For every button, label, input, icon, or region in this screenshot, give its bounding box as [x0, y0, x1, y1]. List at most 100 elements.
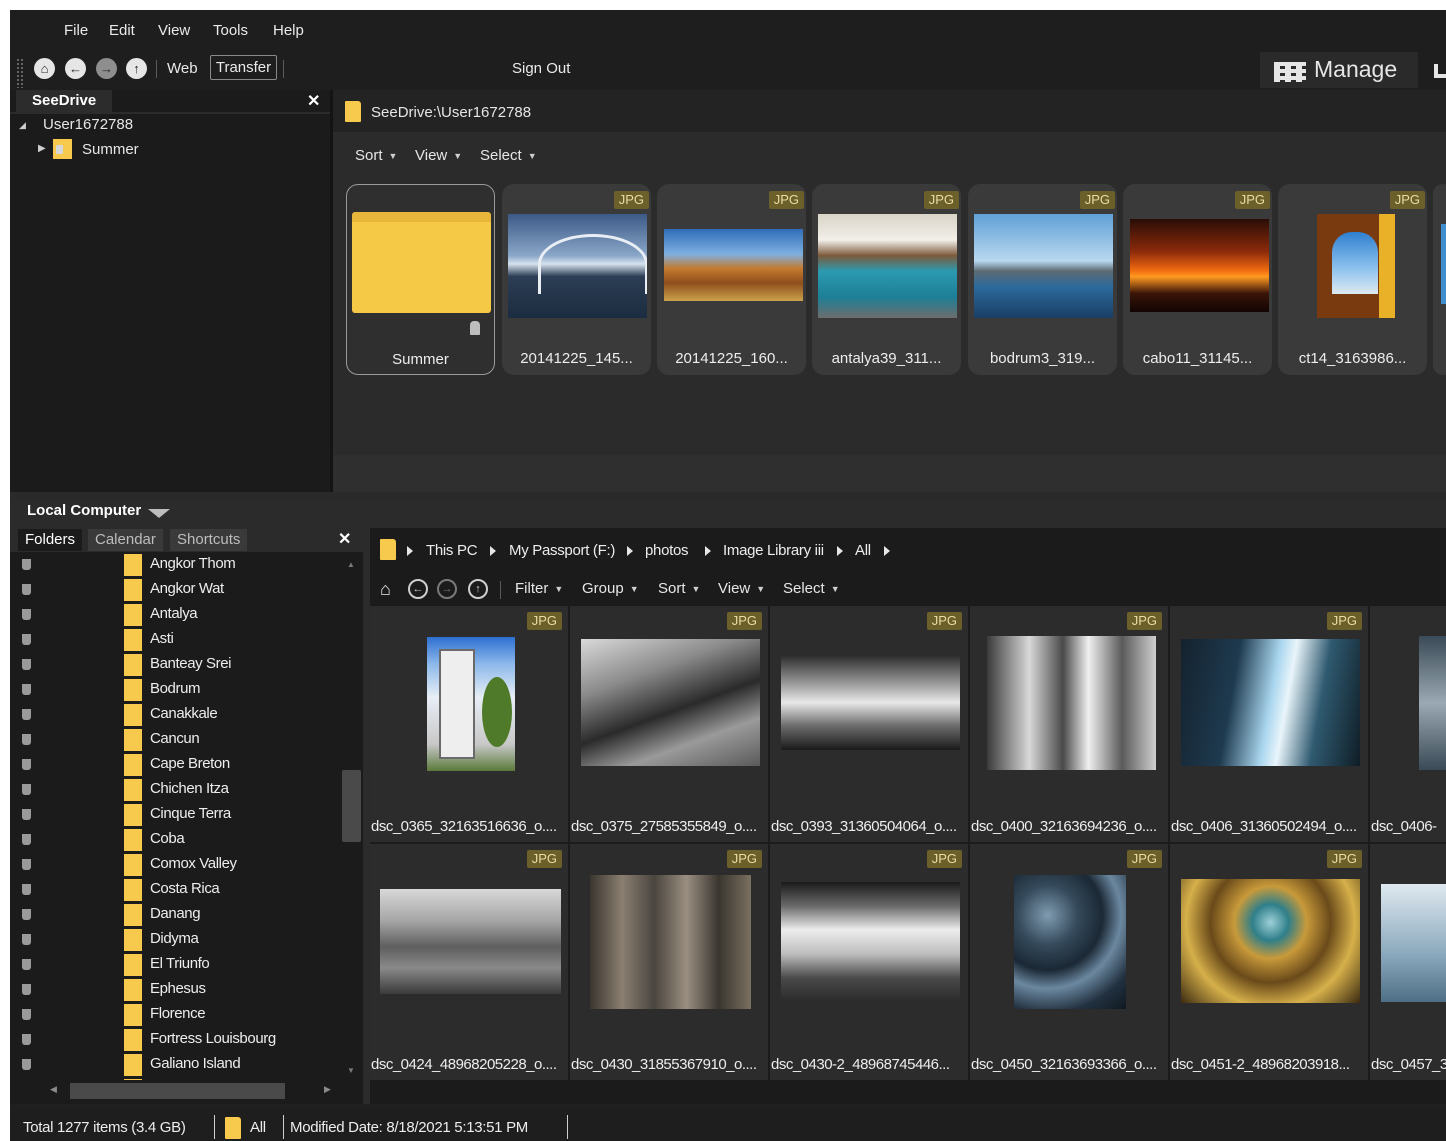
folder-tree-item[interactable]: Cape Breton	[10, 752, 340, 777]
collapse-arrow-icon[interactable]: ◢	[19, 120, 26, 131]
folder-tree-item[interactable]: Cinque Terra	[10, 802, 340, 827]
thumbnail-cell[interactable]: JPG dsc_0375_27585355849_o....	[570, 606, 768, 842]
close-icon[interactable]: ✕	[307, 91, 320, 111]
chevron-right-icon[interactable]	[627, 546, 633, 556]
view-mode-icon[interactable]	[1434, 64, 1446, 78]
folder-tree-item[interactable]: Comox Valley	[10, 852, 340, 877]
tree-root-user[interactable]: User1672788	[43, 116, 133, 133]
thumbnail-cell[interactable]: JPG dsc_0365_32163516636_o....	[370, 606, 568, 842]
close-icon[interactable]: ✕	[338, 529, 351, 549]
up-icon[interactable]: ↑	[468, 579, 488, 599]
thumbnail-cell[interactable]: JPG dsc_0406_31360502494_o....	[1170, 606, 1368, 842]
folder-tree-item[interactable]: Ephesus	[10, 977, 340, 1002]
scroll-thumb[interactable]	[342, 770, 361, 842]
folder-tree-item[interactable]: Canakkale	[10, 702, 340, 727]
menu-view[interactable]: View	[158, 22, 190, 39]
menu-help[interactable]: Help	[273, 22, 304, 39]
folder-tree-item[interactable]: Banteay Srei	[10, 652, 340, 677]
menu-edit[interactable]: Edit	[109, 22, 135, 39]
image-card[interactable]: JPG antalya39_311...	[812, 184, 961, 375]
view-dropdown[interactable]: View ▼	[718, 580, 765, 597]
local-computer-header[interactable]: Local Computer	[10, 500, 1446, 528]
web-button[interactable]: Web	[167, 60, 198, 77]
folder-tree-item[interactable]: Cancun	[10, 727, 340, 752]
thumbnail-cell[interactable]: JPG dsc_0451-2_48968203918...	[1170, 844, 1368, 1080]
thumbnail-cell[interactable]: dsc_0457_3	[1370, 844, 1446, 1080]
crumb-all[interactable]: All	[855, 542, 871, 559]
view-dropdown[interactable]: View ▼	[415, 147, 462, 164]
folder-tree-item[interactable]: Galiano Island	[10, 1052, 340, 1077]
menu-tools[interactable]: Tools	[213, 22, 248, 39]
tab-calendar[interactable]: Calendar	[88, 529, 163, 551]
folder-tree-item[interactable]: El Triunfo	[10, 952, 340, 977]
image-card[interactable]: JPG ct14_3163986...	[1278, 184, 1427, 375]
home-icon[interactable]: ⌂	[380, 579, 391, 600]
crumb-this-pc[interactable]: This PC	[426, 542, 478, 559]
sort-dropdown[interactable]: Sort ▼	[355, 147, 397, 164]
folder-tree-item[interactable]: Chichen Itza	[10, 777, 340, 802]
transfer-button[interactable]: Transfer	[210, 55, 277, 80]
thumbnail-cell[interactable]: JPG dsc_0424_48968205228_o....	[370, 844, 568, 1080]
toolbar-grip-icon[interactable]	[16, 58, 24, 88]
image-card[interactable]: JPG cabo11_31145...	[1123, 184, 1272, 375]
manage-button[interactable]: Manage	[1260, 52, 1418, 88]
scroll-right-icon[interactable]: ▶	[324, 1084, 331, 1095]
status-filter[interactable]: All	[250, 1119, 266, 1136]
folder-vertical-scrollbar[interactable]: ▲ ▼	[340, 552, 363, 1080]
tab-shortcuts[interactable]: Shortcuts	[170, 529, 248, 551]
folder-tree-item[interactable]: Fortress Louisbourg	[10, 1027, 340, 1052]
thumbnail-cell[interactable]: JPG dsc_0430-2_48968745446...	[770, 844, 968, 1080]
forward-icon[interactable]: →	[437, 579, 457, 599]
folder-tree-item[interactable]: Costa Rica	[10, 877, 340, 902]
folder-card-summer[interactable]: Summer	[346, 184, 495, 375]
chevron-right-icon[interactable]	[705, 546, 711, 556]
image-card[interactable]: JPG bodrum3_319...	[968, 184, 1117, 375]
local-pane-splitter[interactable]	[363, 528, 370, 1104]
folder-tree-item[interactable]: Coba	[10, 827, 340, 852]
home-icon[interactable]: ⌂	[34, 58, 55, 79]
crumb-photos[interactable]: photos	[645, 542, 689, 559]
scroll-thumb[interactable]	[70, 1083, 285, 1099]
folder-tree-item[interactable]: Florence	[10, 1002, 340, 1027]
filter-dropdown[interactable]: Filter ▼	[515, 580, 563, 597]
folder-tree-item[interactable]: Bodrum	[10, 677, 340, 702]
folder-horizontal-scrollbar[interactable]: ◀ ▶	[40, 1080, 340, 1102]
chevron-right-icon[interactable]	[837, 546, 843, 556]
chevron-right-icon[interactable]	[407, 546, 413, 556]
sort-dropdown[interactable]: Sort ▼	[658, 580, 700, 597]
seedrive-path[interactable]: SeeDrive:\User1672788	[371, 104, 531, 121]
collapse-triangle-icon[interactable]	[148, 509, 170, 518]
folder-tree-item[interactable]: Angkor Thom	[10, 552, 340, 577]
thumbnail-cell[interactable]: JPG dsc_0393_31360504064_o....	[770, 606, 968, 842]
thumbnail-cell[interactable]: dsc_0406-	[1370, 606, 1446, 842]
select-dropdown[interactable]: Select ▼	[783, 580, 840, 597]
back-icon[interactable]: ←	[65, 58, 86, 79]
group-dropdown[interactable]: Group ▼	[582, 580, 639, 597]
crumb-library[interactable]: Image Library iii	[723, 542, 824, 559]
image-card[interactable]: JPG 20141225_160...	[657, 184, 806, 375]
crumb-drive[interactable]: My Passport (F:)	[509, 542, 615, 559]
folder-tree-item[interactable]: Danang	[10, 902, 340, 927]
scroll-down-icon[interactable]: ▼	[347, 1066, 355, 1075]
folder-tree-item[interactable]: Asti	[10, 627, 340, 652]
thumbnail-cell[interactable]: JPG dsc_0430_31855367910_o....	[570, 844, 768, 1080]
image-card[interactable]: JPG 20141225_145...	[502, 184, 651, 375]
folder-tree-item[interactable]: Antalya	[10, 602, 340, 627]
sign-out-link[interactable]: Sign Out	[512, 60, 570, 77]
back-icon[interactable]: ←	[408, 579, 428, 599]
horizontal-splitter[interactable]	[10, 492, 1446, 500]
image-card-partial[interactable]	[1433, 184, 1446, 375]
forward-icon[interactable]: →	[96, 58, 117, 79]
tab-folders[interactable]: Folders	[18, 529, 83, 551]
scroll-left-icon[interactable]: ◀	[50, 1084, 57, 1095]
chevron-right-icon[interactable]	[884, 546, 890, 556]
up-icon[interactable]: ↑	[126, 58, 147, 79]
chevron-right-icon[interactable]	[490, 546, 496, 556]
tab-seedrive[interactable]: SeeDrive	[16, 90, 113, 112]
tree-item-summer[interactable]: Summer	[82, 141, 139, 158]
select-dropdown[interactable]: Select ▼	[480, 147, 537, 164]
thumbnail-cell[interactable]: JPG dsc_0400_32163694236_o....	[970, 606, 1168, 842]
folder-tree-item[interactable]: Didyma	[10, 927, 340, 952]
thumbnail-cell[interactable]: JPG dsc_0450_32163693366_o....	[970, 844, 1168, 1080]
menu-file[interactable]: File	[64, 22, 88, 39]
